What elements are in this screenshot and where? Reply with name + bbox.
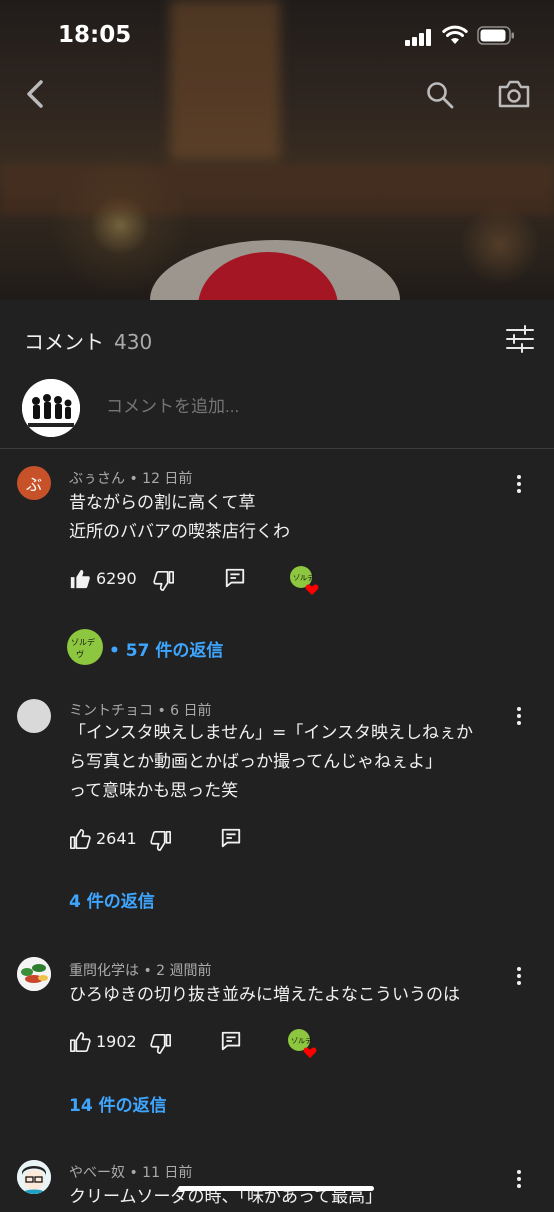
status-time: 18:05 xyxy=(58,22,132,48)
reply-icon[interactable] xyxy=(220,827,242,849)
comment-author: ミントチョコ xyxy=(69,703,153,719)
more-icon[interactable] xyxy=(508,965,530,987)
more-icon[interactable] xyxy=(508,1168,530,1190)
avatar[interactable] xyxy=(17,699,51,733)
cellular-signal-icon xyxy=(405,28,435,46)
avatar-letter: ぶ xyxy=(25,475,42,494)
comment-meta: やべー奴 • 11 日前 xyxy=(69,1165,193,1181)
like-icon[interactable] xyxy=(69,828,91,850)
comments-header: コメント 430 xyxy=(24,326,152,355)
like-icon[interactable] xyxy=(69,1031,91,1053)
like-count: 2641 xyxy=(96,829,137,848)
reply-icon[interactable] xyxy=(224,567,246,589)
avatar[interactable]: ぶ xyxy=(17,466,51,500)
home-indicator[interactable] xyxy=(178,1186,374,1191)
avatar[interactable] xyxy=(17,957,51,991)
dislike-icon[interactable] xyxy=(153,570,175,592)
avatar xyxy=(22,379,80,437)
replies-link[interactable]: 4 件の返信 xyxy=(69,887,155,912)
search-icon[interactable] xyxy=(425,80,455,110)
heart-icon xyxy=(305,584,319,595)
more-icon[interactable] xyxy=(508,705,530,727)
comment-age: 12 日前 xyxy=(142,471,193,487)
comment-line: 昔ながらの割に高くて草 xyxy=(69,493,256,513)
svg-text:ゾルデ: ゾルデ xyxy=(293,573,314,582)
like-count: 1902 xyxy=(96,1032,137,1051)
battery-icon xyxy=(477,26,514,45)
comment-author: やべー奴 xyxy=(69,1165,125,1181)
back-icon[interactable] xyxy=(22,78,50,110)
status-bar: 18:05 xyxy=(0,0,554,70)
dislike-icon[interactable] xyxy=(150,830,172,852)
comments-count: 430 xyxy=(114,330,153,354)
replies-label: 57 件の返信 xyxy=(125,641,224,661)
comment-author: ぶぅさん xyxy=(69,471,125,487)
comment-line: ら写真とか動画とかばっか撮ってんじゃねぇよ」 xyxy=(69,752,443,772)
comment-line: 「インスタ映えしません」=「インスタ映えしねぇか xyxy=(69,723,474,743)
comment-text: 「インスタ映えしません」=「インスタ映えしねぇか ら写真とか動画とかばっか撮って… xyxy=(69,719,529,806)
comment-line: ひろゆきの切り抜き並みに増えたよなこういうのは xyxy=(69,985,460,1005)
reply-icon[interactable] xyxy=(220,1030,242,1052)
like-icon[interactable] xyxy=(69,568,91,590)
avatar: ゾルデヴ xyxy=(67,629,103,665)
comment-age: 6 日前 xyxy=(170,703,212,719)
creator-heart: ゾルデ xyxy=(288,1029,317,1058)
comment-line: 近所のババアの喫茶店行くわ xyxy=(69,522,290,542)
comment-age: 11 日前 xyxy=(142,1165,193,1181)
add-comment-input[interactable] xyxy=(104,396,329,418)
more-icon[interactable] xyxy=(508,473,530,495)
replies-link[interactable]: • 57 件の返信 xyxy=(109,636,223,661)
comments-title: コメント xyxy=(24,330,104,354)
replies-link[interactable]: 14 件の返信 xyxy=(69,1091,167,1116)
heart-icon xyxy=(303,1047,317,1058)
filter-icon[interactable] xyxy=(505,325,535,353)
comment-meta: 重問化学は • 2 週間前 xyxy=(69,963,212,979)
dislike-icon[interactable] xyxy=(150,1033,172,1055)
comment-text: ひろゆきの切り抜き並みに増えたよなこういうのは xyxy=(69,981,539,1010)
comment-line: って意味かも思った笑 xyxy=(69,781,239,801)
camera-icon[interactable] xyxy=(497,78,531,110)
comment-meta: ぶぅさん • 12 日前 xyxy=(69,471,193,487)
add-comment-row[interactable] xyxy=(0,376,554,449)
comment-age: 2 週間前 xyxy=(156,963,212,979)
svg-text:ヴ: ヴ xyxy=(76,649,84,659)
like-count: 6290 xyxy=(96,569,137,588)
replies-bullet: • xyxy=(109,641,120,661)
comment-text: 昔ながらの割に高くて草 近所のババアの喫茶店行くわ xyxy=(69,489,509,547)
creator-heart: ゾルデ xyxy=(290,566,319,595)
comment-meta: ミントチョコ • 6 日前 xyxy=(69,703,212,719)
svg-text:ゾルデ: ゾルデ xyxy=(71,637,95,647)
comment-author: 重問化学は xyxy=(69,963,139,979)
wifi-icon xyxy=(442,25,468,44)
svg-text:ゾルデ: ゾルデ xyxy=(291,1036,312,1045)
avatar[interactable] xyxy=(17,1160,51,1194)
